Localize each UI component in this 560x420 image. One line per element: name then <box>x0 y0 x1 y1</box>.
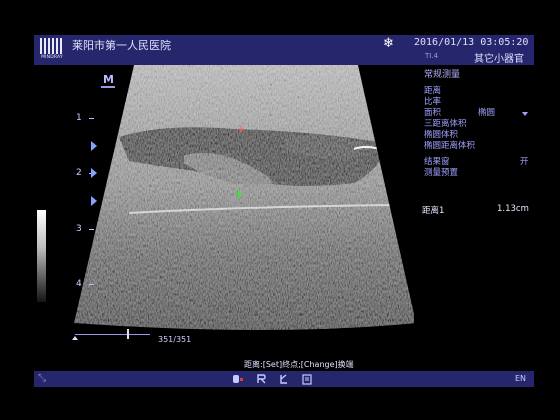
cine-frame-count: 351/351 <box>158 335 192 344</box>
result-label: 距离1 <box>422 206 445 216</box>
menu-item-result-window[interactable]: 结果窗 开 <box>424 157 534 168</box>
mode-label: M <box>103 73 114 86</box>
measurement-menu: 常规测量 距离 比率 面积 椭圆 三距离体积 椭圆体积 椭圆距离体积 结果窗 开… <box>424 67 534 179</box>
ultrasound-screen: MINDRAY 莱阳市第一人民医院 ❄ 2016/01/13 03:05:20 … <box>0 0 560 420</box>
grayscale-bar <box>37 210 46 302</box>
depth-mark: 2 <box>76 168 82 178</box>
input-language[interactable]: EN <box>515 374 526 383</box>
menu-item-area[interactable]: 面积 椭圆 <box>424 108 534 119</box>
header-bar: MINDRAY 莱阳市第一人民医院 ❄ 2016/01/13 03:05:20 … <box>34 35 534 65</box>
result-window: 距离1 1.13cm <box>422 204 534 216</box>
menu-title: 常规测量 <box>424 70 461 80</box>
operation-hint: 距离:[Set]终点;[Change]换端 <box>244 360 354 369</box>
menu-item-distance[interactable]: 距离 <box>424 86 534 97</box>
depth-mark: 1 <box>76 113 82 123</box>
depth-mark: 4 <box>76 279 82 289</box>
hospital-name: 莱阳市第一人民医院 <box>72 39 171 52</box>
logo-text: MINDRAY <box>41 55 63 60</box>
snowflake-icon: ❄ <box>383 36 394 51</box>
exam-preset[interactable]: 其它小器官 <box>474 50 524 65</box>
menu-item-ellipse-volume[interactable]: 椭圆体积 <box>424 130 534 141</box>
time: 03:05:20 <box>480 37 529 48</box>
body-mark-icon[interactable] <box>277 373 291 385</box>
menu-item-measure-preset[interactable]: 测量预置 <box>424 168 534 179</box>
logo-bars-icon <box>40 38 64 54</box>
dropdown-arrow-icon[interactable] <box>522 112 528 116</box>
menu-item-three-distance-volume[interactable]: 三距离体积 <box>424 119 534 130</box>
area-method[interactable]: 椭圆 <box>478 108 495 119</box>
result-window-value[interactable]: 开 <box>520 157 529 168</box>
resize-icon[interactable]: ⤡ <box>38 373 46 384</box>
depth-mark: 3 <box>76 224 82 234</box>
depth-tick <box>89 229 94 230</box>
mouse-icon[interactable] <box>231 373 245 385</box>
depth-tick <box>89 118 94 119</box>
ti-label: TI.4 <box>425 52 439 60</box>
focus-marker-icon[interactable] <box>91 141 97 151</box>
focus-marker-icon[interactable] <box>91 168 97 178</box>
depth-tick <box>89 284 94 285</box>
ultrasound-image[interactable] <box>34 65 414 365</box>
focus-marker-icon[interactable] <box>91 196 97 206</box>
report-icon[interactable] <box>300 373 314 385</box>
date: 2016/01/13 <box>414 37 475 48</box>
datetime: 2016/01/13 03:05:20 <box>414 37 528 48</box>
mindray-logo: MINDRAY <box>38 38 66 62</box>
cine-timeline[interactable] <box>75 334 150 335</box>
footer-bar: ⤡ EN <box>34 371 534 387</box>
menu-item-ellipse-distance-volume[interactable]: 椭圆距离体积 <box>424 141 534 152</box>
cine-start-arrow-icon <box>72 336 78 340</box>
result-value: 1.13cm <box>497 204 529 214</box>
annotate-icon[interactable] <box>254 373 268 385</box>
mode-underline <box>101 86 115 88</box>
menu-item-ratio[interactable]: 比率 <box>424 97 534 108</box>
cine-cursor[interactable] <box>127 329 129 339</box>
